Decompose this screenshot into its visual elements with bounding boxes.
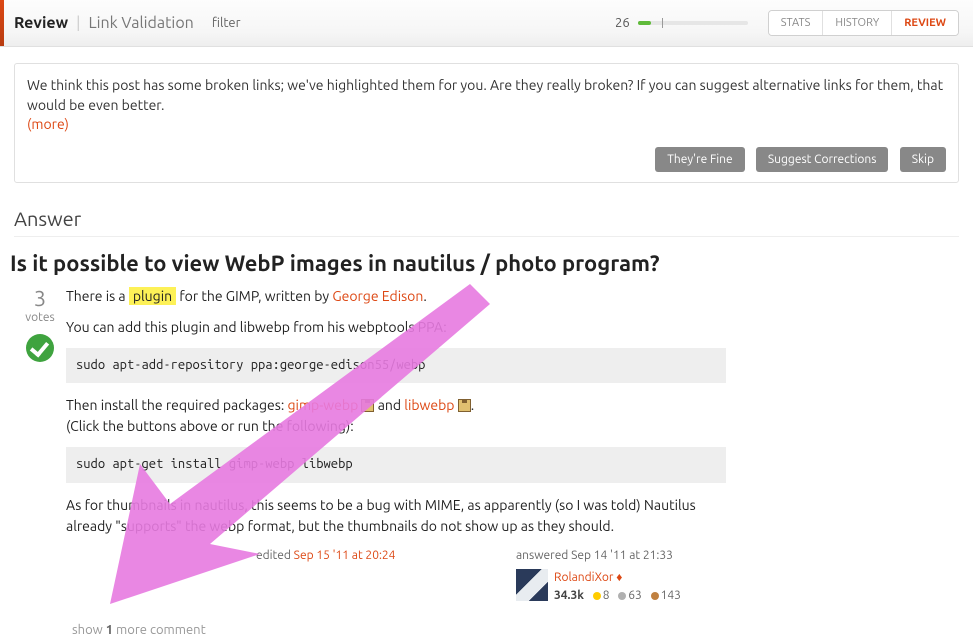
page-title-review: Review [14, 14, 68, 32]
code-block-2: sudo apt-get install gimp-webp libwebp [66, 447, 726, 483]
theyre-fine-button[interactable]: They're Fine [655, 147, 744, 172]
show-more-comments-link[interactable]: show 1 more comment [72, 623, 959, 637]
progress-count: 26 [615, 16, 630, 30]
reputation: 34.3k [554, 589, 584, 602]
question-title[interactable]: Is it possible to view WebP images in na… [10, 251, 959, 276]
highlighted-link-plugin[interactable]: plugin [129, 287, 176, 305]
user-cards-row: edited Sep 15 '11 at 20:24 answered Sep … [66, 547, 726, 605]
answered-date: Sep 14 '11 at 21:33 [571, 549, 673, 562]
progress-track [638, 21, 748, 25]
answer-content: There is a plugin for the GIMP, written … [66, 286, 726, 605]
view-toggle-group: STATS HISTORY REVIEW [768, 10, 959, 36]
answerer-username[interactable]: RolandiXor [554, 571, 613, 584]
answered-action: answered Sep 14 '11 at 21:33 [516, 547, 726, 565]
notice-text: We think this post has some broken links… [27, 76, 946, 135]
filter-link[interactable]: filter [212, 16, 241, 30]
suggest-corrections-button[interactable]: Suggest Corrections [756, 147, 889, 172]
answerer-info: RolandiXor ♦ 34.3k 8 63 143 [516, 569, 726, 605]
progress-fill [638, 21, 651, 25]
notice-more-link[interactable]: (more) [27, 116, 69, 132]
progress-indicator: 26 [615, 16, 748, 30]
history-button[interactable]: HISTORY [822, 11, 891, 35]
package-icon[interactable] [361, 399, 374, 412]
vote-label: votes [14, 311, 66, 324]
page-title-queue: Link Validation [88, 14, 193, 32]
silver-badge-icon [618, 592, 626, 600]
silver-badge-count: 63 [628, 589, 642, 602]
stats-button[interactable]: STATS [769, 11, 823, 35]
gold-badge-count: 8 [603, 589, 610, 602]
answer-p1: There is a plugin for the GIMP, written … [66, 286, 726, 307]
author-link[interactable]: George Edison [332, 288, 423, 304]
pkg-link-gimp-webp[interactable]: gimp-webp [288, 397, 359, 413]
answer-body: 3 votes There is a plugin for the GIMP, … [14, 286, 959, 605]
answered-card: answered Sep 14 '11 at 21:33 RolandiXor … [516, 547, 726, 605]
review-button[interactable]: REVIEW [891, 11, 958, 35]
accepted-check-icon [26, 334, 54, 362]
edited-date-link[interactable]: Sep 15 '11 at 20:24 [294, 549, 396, 562]
avatar[interactable] [516, 569, 548, 601]
skip-button[interactable]: Skip [900, 147, 946, 172]
notice-actions: They're Fine Suggest Corrections Skip [27, 147, 946, 172]
code-block-1: sudo apt-add-repository ppa:george-ediso… [66, 348, 726, 384]
bronze-badge-icon [651, 592, 659, 600]
vote-column: 3 votes [14, 286, 66, 605]
edited-action: edited Sep 15 '11 at 20:24 [256, 547, 466, 565]
review-topbar: Review | Link Validation filter 26 STATS… [0, 0, 973, 47]
package-icon[interactable] [458, 399, 471, 412]
vote-count: 3 [14, 286, 66, 311]
notice-body: We think this post has some broken links… [27, 77, 943, 113]
pkg-link-libwebp[interactable]: libwebp [404, 397, 454, 413]
answer-p3: Then install the required packages: gimp… [66, 395, 726, 437]
answer-p5: As for thumbnails in nautilus, this seem… [66, 495, 726, 537]
gold-badge-icon [593, 592, 601, 600]
answer-section-header: Answer [14, 207, 959, 237]
answer-p2: You can add this plugin and libwebp from… [66, 317, 726, 338]
bronze-badge-count: 143 [661, 589, 681, 602]
edited-card: edited Sep 15 '11 at 20:24 [256, 547, 466, 605]
title-divider: | [76, 14, 80, 32]
progress-marker [662, 18, 663, 28]
review-notice-card: We think this post has some broken links… [14, 63, 959, 183]
answer-p4: (Click the buttons above or run the foll… [66, 418, 354, 434]
moderator-diamond-icon: ♦ [616, 571, 622, 584]
